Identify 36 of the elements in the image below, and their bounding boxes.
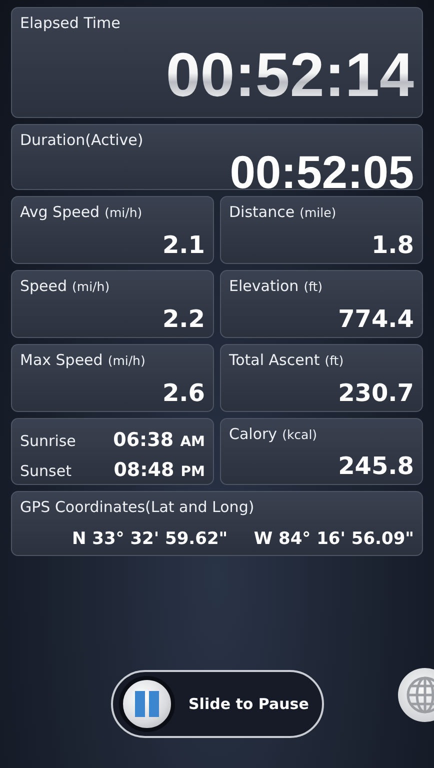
sun-time: 08:48 PM bbox=[114, 459, 205, 481]
card-title: Duration(Active) bbox=[20, 131, 144, 149]
card-title: Elapsed Time bbox=[20, 14, 122, 32]
metric-value: 1.8 bbox=[371, 233, 414, 257]
globe-icon bbox=[405, 675, 434, 715]
metric-unit: (mi/h) bbox=[108, 353, 146, 368]
metric-label: Speed bbox=[20, 277, 68, 295]
metric-value: 230.7 bbox=[338, 381, 414, 405]
card-title: GPS Coordinates(Lat and Long) bbox=[20, 498, 256, 516]
duration-value: 00:52:05 bbox=[230, 149, 414, 195]
metric-label: Max Speed bbox=[20, 351, 103, 369]
metric-label: Calory bbox=[229, 425, 278, 443]
metric-label: Total Ascent bbox=[229, 351, 320, 369]
metric-value: 2.6 bbox=[162, 381, 205, 405]
latitude-value: N 33° 32' 59.62" bbox=[72, 529, 228, 549]
sun-time: 06:38 AM bbox=[113, 429, 205, 451]
metric-label: Avg Speed bbox=[20, 203, 100, 221]
metric-unit: (ft) bbox=[324, 353, 344, 368]
metric-unit: (mi/h) bbox=[72, 279, 110, 294]
sun-label: Sunset bbox=[20, 462, 72, 480]
metric-unit: (mile) bbox=[300, 205, 336, 220]
metric-value: 2.2 bbox=[162, 307, 205, 331]
slider-knob[interactable] bbox=[118, 676, 174, 732]
slider-label: Slide to Pause bbox=[188, 695, 309, 713]
metric-unit: (mi/h) bbox=[104, 205, 142, 220]
sun-label: Sunrise bbox=[20, 432, 76, 450]
metric-value: 774.4 bbox=[338, 307, 414, 331]
metric-value: 2.1 bbox=[162, 233, 205, 257]
pause-slider[interactable]: Slide to Pause bbox=[110, 670, 324, 738]
metric-value: 245.8 bbox=[338, 454, 414, 478]
pause-icon bbox=[134, 690, 160, 718]
metric-unit: (kcal) bbox=[282, 427, 318, 442]
metric-label: Distance bbox=[229, 203, 295, 221]
longitude-value: W 84° 16' 56.09" bbox=[254, 529, 414, 549]
metric-label: Elevation bbox=[229, 277, 299, 295]
metric-unit: (ft) bbox=[304, 279, 323, 294]
